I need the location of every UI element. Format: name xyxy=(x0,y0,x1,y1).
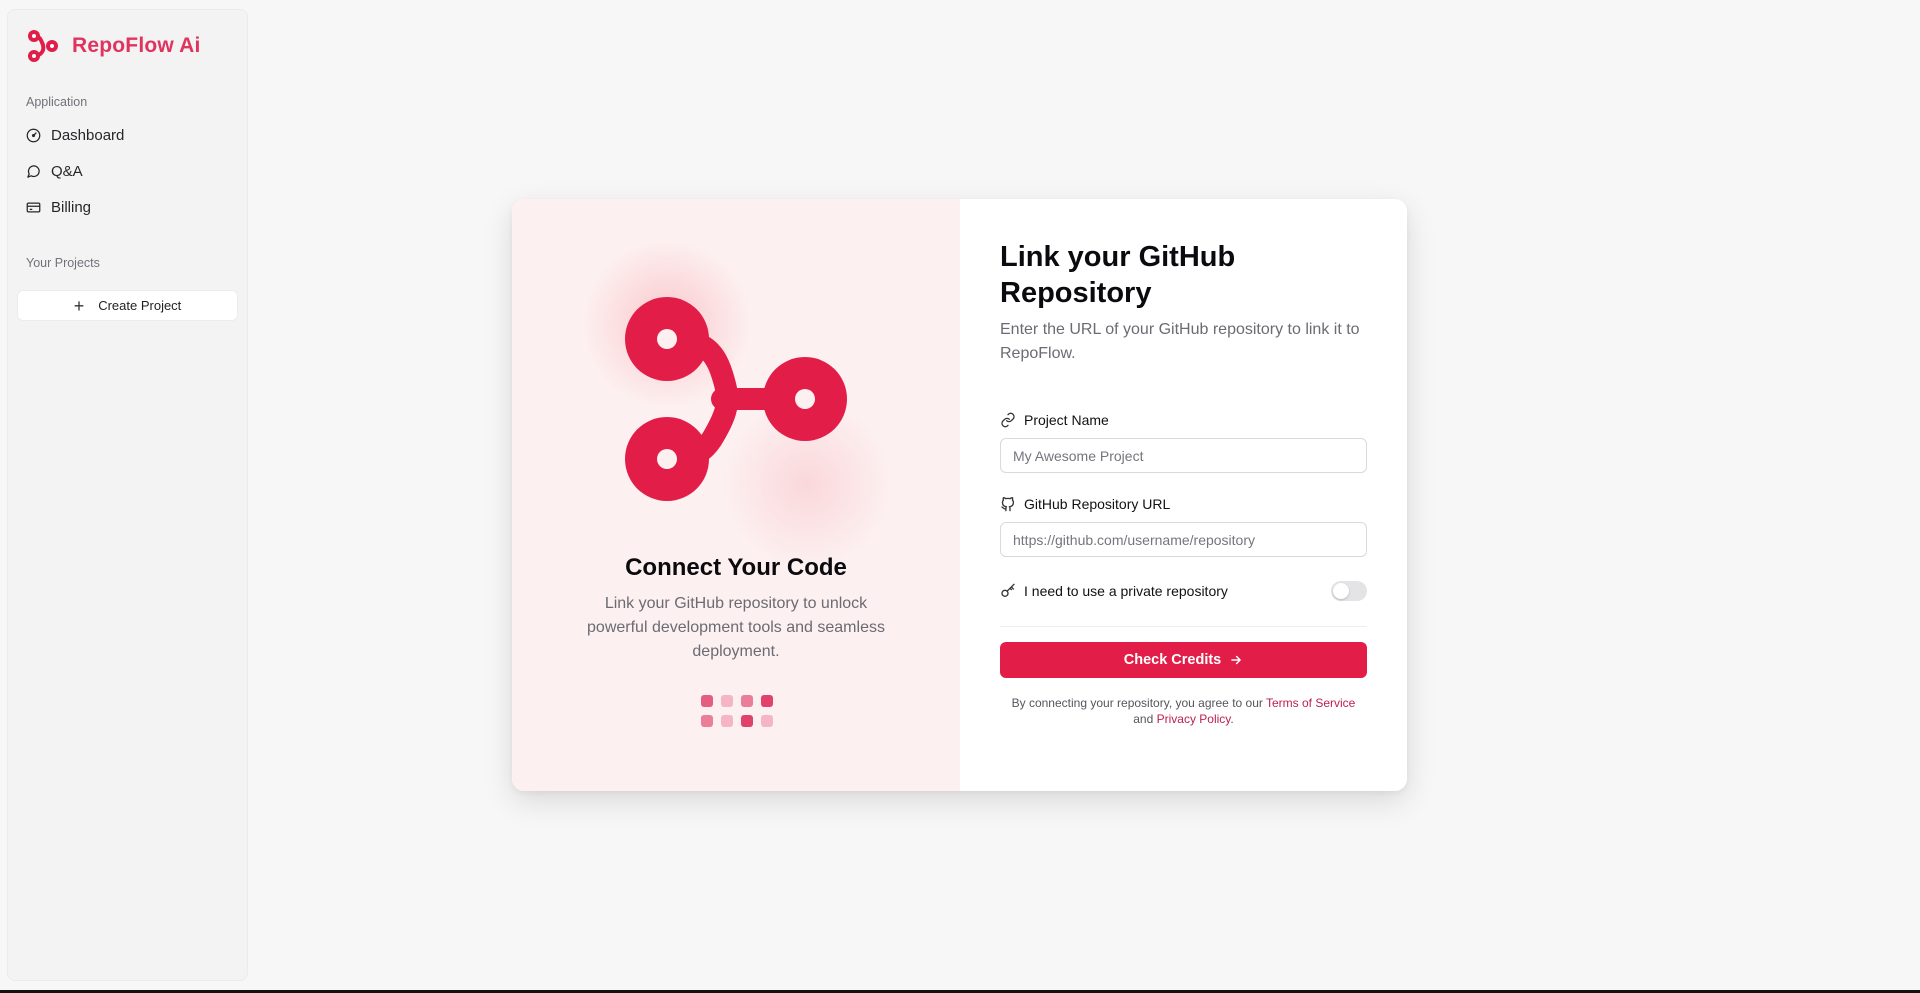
form-title: Link your GitHub Repository xyxy=(1000,241,1236,309)
indicator-dot xyxy=(701,695,713,707)
repo-url-label: GitHub Repository URL xyxy=(1000,496,1170,512)
sidebar-item-dashboard[interactable]: Dashboard xyxy=(26,127,124,144)
hero-title: Connect Your Code xyxy=(625,554,847,581)
sidebar-item-label: Dashboard xyxy=(51,127,125,144)
sidebar-item-label: Q&A xyxy=(51,163,83,180)
indicator-dot xyxy=(721,695,733,707)
form-panel: Link your GitHub Repository Enter the UR… xyxy=(960,199,1407,791)
private-repo-label-text: I need to use a private repository xyxy=(1024,583,1228,599)
hero-description: Link your GitHub repository to unlock po… xyxy=(587,595,885,660)
repoflow-hero-logo-icon xyxy=(625,297,847,501)
toggle-knob xyxy=(1333,583,1349,599)
section-label-projects: Your Projects xyxy=(26,256,100,270)
indicator-dot xyxy=(721,715,733,727)
link-icon xyxy=(1001,412,1015,428)
project-name-label: Project Name xyxy=(1000,412,1109,428)
divider xyxy=(1000,626,1367,627)
indicator-dot xyxy=(761,695,773,707)
github-icon xyxy=(1001,497,1015,512)
credit-card-icon xyxy=(26,202,41,213)
privacy-policy-link[interactable]: Privacy Policy xyxy=(1157,712,1231,726)
indicator-dot xyxy=(701,715,713,727)
brand[interactable]: RepoFlow Ai xyxy=(26,28,201,64)
section-label-application: Application xyxy=(26,95,88,109)
brand-name: RepoFlow Ai xyxy=(72,34,201,57)
project-name-label-text: Project Name xyxy=(1024,412,1109,428)
indicator-dot xyxy=(761,715,773,727)
plus-icon: + xyxy=(73,295,85,316)
legal-suffix: . xyxy=(1230,712,1234,726)
sidebar-item-billing[interactable]: Billing xyxy=(26,199,91,216)
link-repo-card: Connect Your Code Link your GitHub repos… xyxy=(512,199,1407,791)
private-repo-label: I need to use a private repository xyxy=(1000,583,1228,599)
key-icon xyxy=(1001,583,1015,597)
form-subtitle: Enter the URL of your GitHub repository … xyxy=(1000,321,1360,362)
message-circle-icon xyxy=(27,165,40,178)
indicator-dot xyxy=(741,695,753,707)
indicator-dot xyxy=(741,715,753,727)
sidebar-item-qa[interactable]: Q&A xyxy=(26,163,83,180)
check-credits-label: Check Credits xyxy=(1123,652,1222,668)
create-project-label: Create Project xyxy=(98,298,182,313)
project-name-input[interactable] xyxy=(1000,438,1367,473)
sidebar-item-label: Billing xyxy=(51,199,92,216)
arrow-right-icon xyxy=(1231,655,1242,665)
private-repo-toggle[interactable] xyxy=(1331,581,1367,601)
check-credits-button[interactable]: Check Credits xyxy=(1000,642,1367,678)
private-repo-row: I need to use a private repository xyxy=(1000,581,1367,601)
sidebar: RepoFlow Ai Application Dashboard Q&A Bi… xyxy=(7,9,248,981)
terms-of-service-link[interactable]: Terms of Service xyxy=(1266,696,1355,710)
legal-prefix: By connecting your repository, you agree… xyxy=(1011,696,1263,710)
repo-url-label-text: GitHub Repository URL xyxy=(1024,496,1171,512)
legal-and: and xyxy=(1133,712,1154,726)
create-project-button[interactable]: + Create Project xyxy=(17,290,238,321)
loading-dots-indicator xyxy=(701,695,773,727)
repo-url-input[interactable] xyxy=(1000,522,1367,557)
legal-notice: By connecting your repository, you agree… xyxy=(1000,695,1367,727)
dashboard-gauge-icon xyxy=(26,128,41,143)
hero-panel: Connect Your Code Link your GitHub repos… xyxy=(512,199,960,791)
repoflow-logo-icon xyxy=(28,30,58,62)
